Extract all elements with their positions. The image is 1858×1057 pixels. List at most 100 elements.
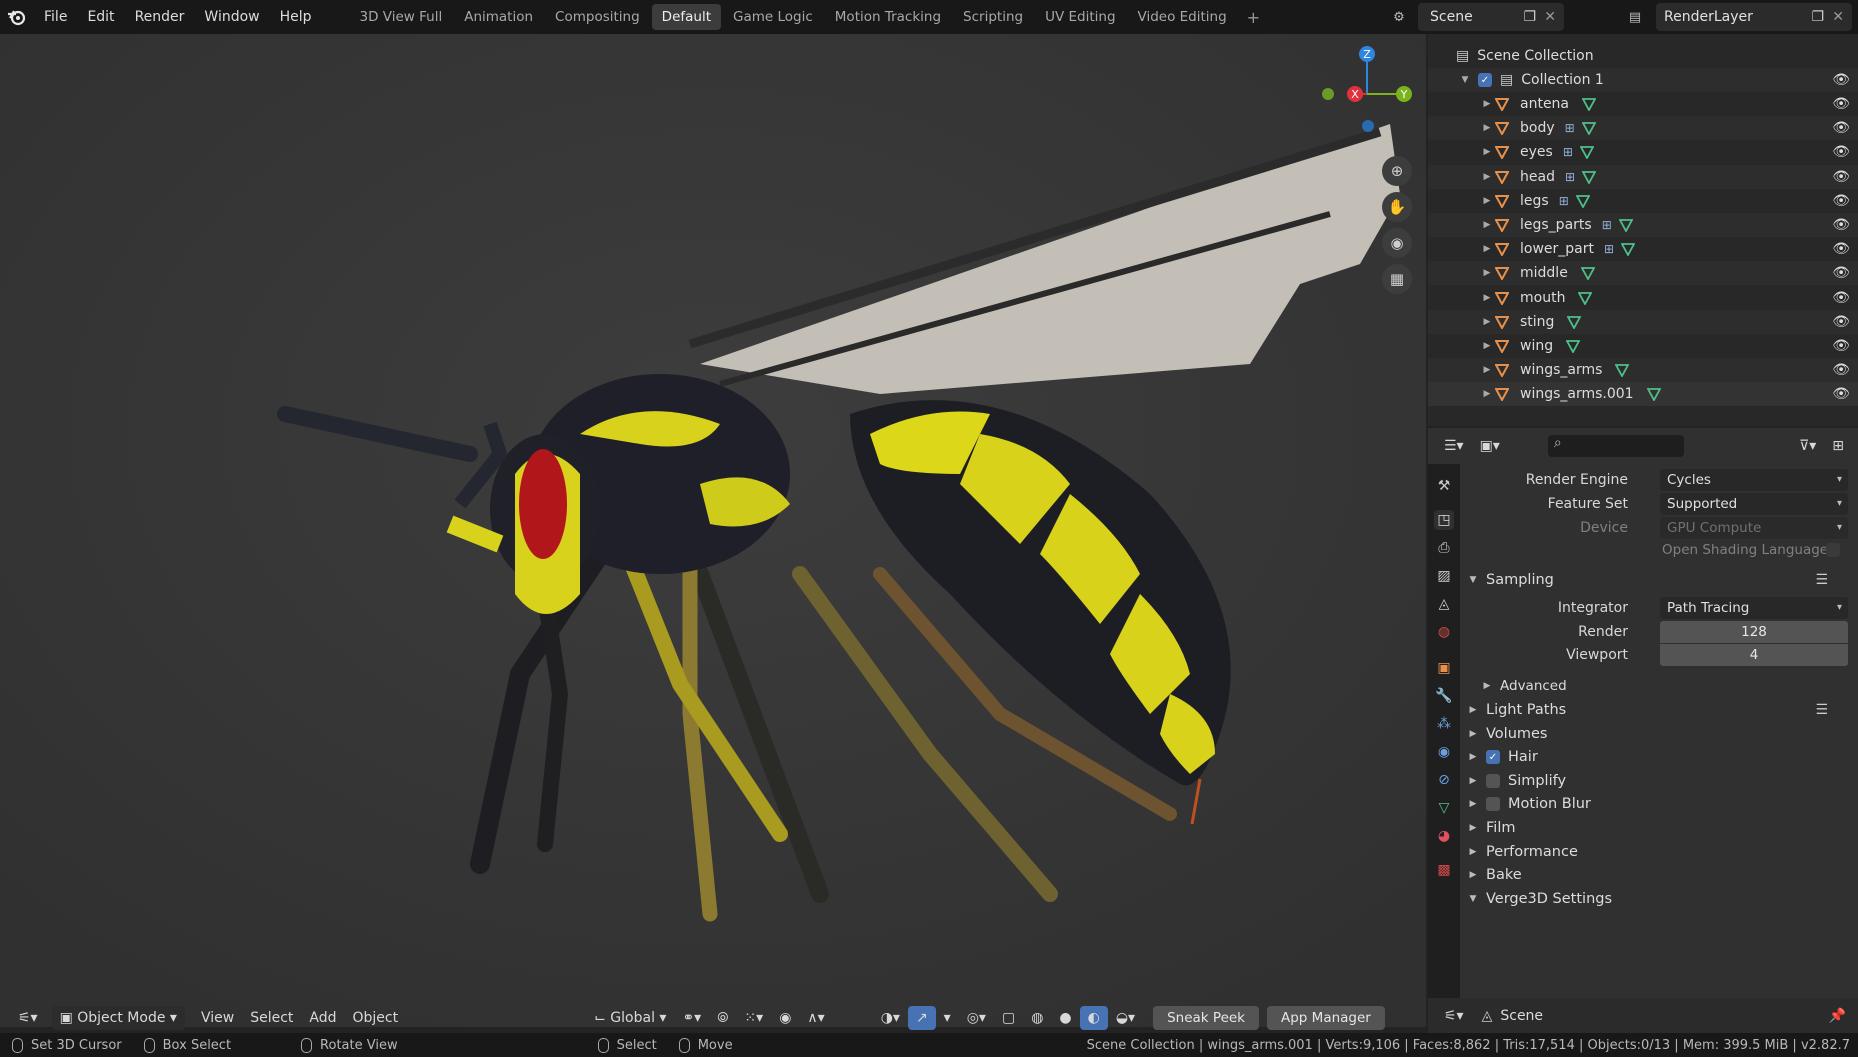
outliner-object-row[interactable]: ▶ wings_arms.001 👁	[1428, 382, 1858, 407]
mesh-data-icon[interactable]	[1566, 314, 1582, 330]
outliner-object-row[interactable]: ▶ legs_parts ⊞ 👁	[1428, 213, 1858, 237]
rendered-shading-icon[interactable]: ◒▾	[1108, 1006, 1143, 1030]
tab-3d-view-full[interactable]: 3D View Full	[350, 4, 453, 30]
orientation-select[interactable]: ⌙ Global ▾	[586, 1006, 674, 1030]
outliner-object-row[interactable]: ▶ sting 👁	[1428, 309, 1858, 334]
expand-arrow-icon[interactable]: ▶	[1480, 341, 1494, 351]
modifier-icon[interactable]: ⊞	[1565, 170, 1575, 184]
tab-compositing[interactable]: Compositing	[545, 4, 650, 30]
tab-motion-tracking[interactable]: Motion Tracking	[825, 4, 951, 30]
modifier-icon[interactable]: ⊞	[1559, 194, 1569, 208]
expand-arrow-icon[interactable]: ▶	[1480, 196, 1494, 206]
panel-checkbox[interactable]	[1486, 773, 1500, 788]
outliner-object-row[interactable]: ▶ mouth 👁	[1428, 286, 1858, 310]
eye-icon[interactable]: 👁	[1832, 144, 1850, 160]
outliner-object-row[interactable]: ▶ lower_part ⊞ 👁	[1428, 237, 1858, 261]
sampling-panel-header[interactable]: ▼ Sampling ☰	[1460, 566, 1858, 594]
tab-scripting[interactable]: Scripting	[953, 4, 1033, 30]
wireframe-shading-icon[interactable]: ◍	[1023, 1006, 1051, 1030]
eye-icon[interactable]: 👁	[1832, 72, 1850, 88]
mesh-data-icon[interactable]	[1614, 362, 1630, 378]
menu-select[interactable]: Select	[242, 1006, 301, 1030]
material-tab-icon[interactable]: ◕	[1434, 826, 1454, 846]
new-scene-icon[interactable]: ❐	[1523, 9, 1536, 25]
gizmo-toggle-icon[interactable]: ↗	[907, 1006, 936, 1030]
outliner-object-row[interactable]: ▶ head ⊞ 👁	[1428, 164, 1858, 189]
view-layer-selector[interactable]: RenderLayer ❐ ✕	[1656, 3, 1852, 31]
outliner-object-row[interactable]: ▶ eyes ⊞ 👁	[1428, 140, 1858, 164]
display-mode-icon[interactable]: ▣▾	[1472, 434, 1508, 458]
expand-arrow-icon[interactable]: ▶	[1480, 99, 1494, 109]
expand-arrow-icon[interactable]: ▶	[1480, 172, 1494, 182]
eye-icon[interactable]: 👁	[1832, 120, 1850, 136]
world-tab-icon[interactable]: ◍	[1434, 622, 1454, 642]
scene-tab-icon[interactable]: ◬	[1434, 594, 1454, 614]
panel-checkbox[interactable]	[1486, 797, 1500, 812]
scene-selector[interactable]: Scene ❐ ✕	[1418, 3, 1564, 31]
falloff-icon[interactable]: ∧▾	[799, 1006, 832, 1030]
object-tab-icon[interactable]: ▣	[1434, 658, 1454, 678]
collection-checkbox[interactable]: ✓	[1478, 73, 1492, 87]
pin-icon[interactable]: 📌	[1829, 1008, 1846, 1024]
presets-list-icon[interactable]: ☰	[1815, 702, 1828, 718]
menu-file[interactable]: File	[34, 0, 77, 34]
filter-icon[interactable]: ⊽▾	[1791, 434, 1824, 458]
menu-view[interactable]: View	[193, 1006, 242, 1030]
panel-verge3d-settings[interactable]: ▼ Verge3D Settings	[1460, 885, 1858, 913]
eye-icon[interactable]: 👁	[1832, 386, 1850, 402]
eye-icon[interactable]: 👁	[1832, 290, 1850, 306]
eye-icon[interactable]: 👁	[1832, 169, 1850, 185]
delete-view-layer-icon[interactable]: ✕	[1832, 9, 1844, 25]
data-tab-icon[interactable]: ▽	[1434, 798, 1454, 818]
outliner-object-row[interactable]: ▶ middle 👁	[1428, 261, 1858, 286]
scene-collection-row[interactable]: ▤ Scene Collection	[1428, 44, 1858, 68]
menu-object[interactable]: Object	[345, 1006, 407, 1030]
view-layer-icon[interactable]: ▤	[1624, 6, 1646, 28]
proportional-edit-icon[interactable]: ◉	[771, 1006, 799, 1030]
viewport-samples-field[interactable]: 4	[1660, 644, 1848, 666]
eye-icon[interactable]: 👁	[1832, 193, 1850, 209]
xray-icon[interactable]: ▢	[994, 1006, 1023, 1030]
mesh-data-icon[interactable]	[1575, 193, 1591, 209]
outliner-object-row[interactable]: ▶ wings_arms 👁	[1428, 358, 1858, 383]
eye-icon[interactable]: 👁	[1832, 265, 1850, 281]
particles-tab-icon[interactable]: ⁂	[1434, 714, 1454, 734]
sneak-peek-button[interactable]: Sneak Peek	[1153, 1006, 1259, 1030]
modifier-icon[interactable]: ⊞	[1602, 218, 1612, 232]
object-mode-select[interactable]: ▣ Object Mode ▾	[51, 1006, 185, 1030]
menu-render[interactable]: Render	[125, 0, 195, 34]
new-view-layer-icon[interactable]: ❐	[1811, 9, 1824, 25]
tab-video-editing[interactable]: Video Editing	[1128, 4, 1237, 30]
outliner-editor-type-icon[interactable]: ☰▾	[1436, 434, 1472, 458]
mesh-data-icon[interactable]	[1577, 290, 1593, 306]
eye-icon[interactable]: 👁	[1832, 338, 1850, 354]
editor-type-icon[interactable]: ⚟▾	[10, 1006, 46, 1030]
navigation-gizmo[interactable]: Z X Y	[1312, 42, 1422, 152]
eye-icon[interactable]: 👁	[1832, 217, 1850, 233]
perspective-grid-icon[interactable]: ▦	[1382, 264, 1412, 294]
menu-add[interactable]: Add	[301, 1006, 344, 1030]
3d-viewport[interactable]: Z X Y ⊕ ✋ ◉ ▦	[0, 34, 1426, 1027]
menu-edit[interactable]: Edit	[77, 0, 124, 34]
physics-tab-icon[interactable]: ◉	[1434, 742, 1454, 762]
outliner-object-row[interactable]: ▶ wing 👁	[1428, 334, 1858, 358]
camera-icon[interactable]: ◉	[1382, 228, 1412, 258]
app-manager-button[interactable]: App Manager	[1267, 1006, 1385, 1030]
expand-arrow-icon[interactable]: ▶	[1480, 244, 1494, 254]
tool-tab-icon[interactable]: ⚒	[1434, 476, 1454, 496]
new-collection-icon[interactable]: ⊞	[1824, 434, 1852, 458]
render-engine-select[interactable]: Cycles ▾	[1660, 469, 1848, 491]
delete-scene-icon[interactable]: ✕	[1544, 9, 1556, 25]
expand-arrow-icon[interactable]: ▶	[1480, 220, 1494, 230]
scene-type-icon[interactable]: ⚙	[1388, 6, 1410, 28]
panel-checkbox[interactable]: ✓	[1486, 750, 1500, 765]
eye-icon[interactable]: 👁	[1832, 362, 1850, 378]
tab-default[interactable]: Default	[651, 4, 721, 30]
expand-arrow-icon[interactable]: ▶	[1480, 268, 1494, 278]
visibility-icon[interactable]: ◑▾	[873, 1006, 908, 1030]
overlays-icon[interactable]: ◎▾	[959, 1006, 994, 1030]
collection-row[interactable]: ▼ ✓ ▤ Collection 1 👁	[1428, 68, 1858, 92]
snap-icon[interactable]: ⦾	[709, 1006, 736, 1030]
modifier-icon[interactable]: ⊞	[1604, 242, 1614, 256]
tab-game-logic[interactable]: Game Logic	[723, 4, 823, 30]
